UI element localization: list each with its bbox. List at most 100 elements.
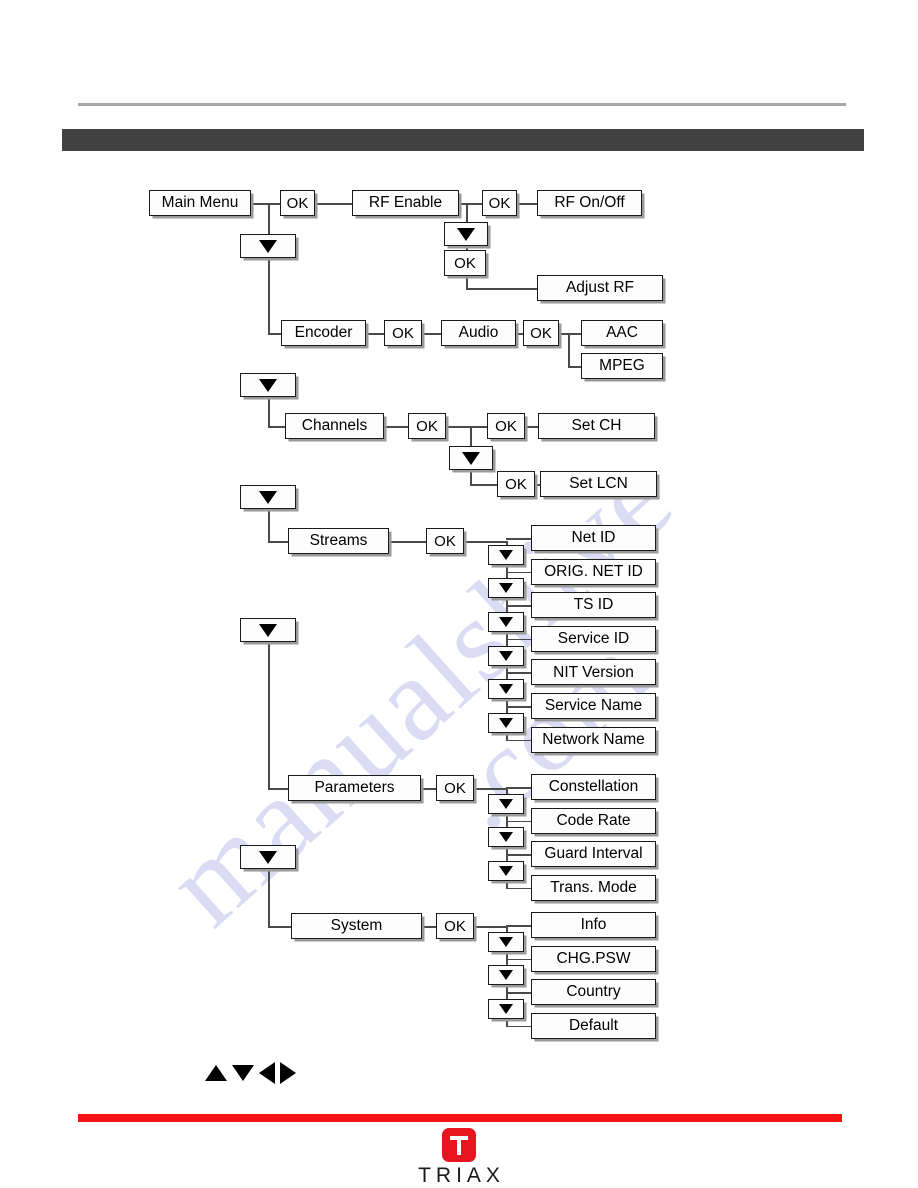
- key-legend: [205, 1062, 296, 1084]
- node-ts-id[interactable]: TS ID: [531, 592, 656, 619]
- node-arrow-streams-4[interactable]: [488, 679, 524, 700]
- up-arrow-icon: [205, 1065, 227, 1081]
- node-code-rate[interactable]: Code Rate: [531, 807, 656, 834]
- connector-ok-audio: [422, 333, 441, 335]
- node-service-name[interactable]: Service Name: [531, 693, 656, 719]
- node-chg-psw[interactable]: CHG.PSW: [531, 945, 656, 972]
- streams-ok-stub: [464, 541, 506, 543]
- connector-aac-mpeg-vertical: [568, 333, 570, 366]
- connector-ok-aac: [559, 333, 581, 335]
- parameters-stub-2: [506, 854, 531, 856]
- connector-to-mpeg: [568, 366, 581, 368]
- node-ok-setlcn[interactable]: OK: [497, 471, 535, 497]
- streams-stub-0: [506, 538, 531, 540]
- triax-mark-icon: [442, 1128, 476, 1162]
- node-arrow-rf[interactable]: [444, 222, 488, 246]
- node-arrow-parameters-0[interactable]: [488, 793, 524, 814]
- connector-to-oklcn: [470, 484, 497, 486]
- node-channels[interactable]: Channels: [285, 413, 384, 439]
- node-rf-enable[interactable]: RF Enable: [352, 190, 459, 216]
- streams-stub-2: [506, 605, 531, 607]
- streams-stub-4: [506, 672, 531, 674]
- node-parameters[interactable]: Parameters: [288, 775, 421, 801]
- node-arrow-spine-1[interactable]: [240, 234, 296, 258]
- node-orig-net-id[interactable]: ORIG. NET ID: [531, 558, 656, 585]
- right-arrow-icon: [280, 1062, 296, 1084]
- node-arrow-system-2[interactable]: [488, 999, 524, 1019]
- connector-to-adjustrf: [466, 288, 537, 290]
- node-service-id[interactable]: Service ID: [531, 625, 656, 652]
- connector-rfenable-okrf: [459, 203, 482, 205]
- node-country[interactable]: Country: [531, 979, 656, 1006]
- node-ok-audio[interactable]: OK: [523, 320, 559, 346]
- node-net-id[interactable]: Net ID: [531, 525, 656, 551]
- parameters-stub-1: [506, 820, 531, 823]
- node-arrow-spine-2[interactable]: [240, 373, 296, 397]
- connector-ok-oksetch: [446, 426, 487, 428]
- node-arrow-spine-3[interactable]: [240, 485, 296, 509]
- node-ok-channels[interactable]: OK: [408, 413, 446, 439]
- streams-stub-3: [506, 638, 531, 641]
- node-rf-on-off[interactable]: RF On/Off: [537, 190, 642, 216]
- node-system[interactable]: System: [291, 913, 422, 939]
- spine-segment-1: [268, 258, 270, 333]
- connector-mainmenu-ok: [251, 203, 280, 205]
- node-ok-parameters[interactable]: OK: [436, 775, 474, 801]
- node-set-ch[interactable]: Set CH: [538, 413, 655, 439]
- connector-channels-ok: [384, 426, 408, 428]
- system-stub-0: [506, 925, 531, 927]
- node-arrow-spine-5[interactable]: [240, 845, 296, 869]
- connector-ok-rfenable: [315, 203, 352, 205]
- menu-tree-diagram: Main Menu OK RF Enable OK RF On/Off OK Adjust …: [0, 0, 918, 1188]
- streams-stub-1: [506, 571, 531, 574]
- connector-spine-encoder: [268, 333, 281, 335]
- node-arrow-streams-0[interactable]: [488, 544, 524, 565]
- node-aac[interactable]: AAC: [581, 320, 663, 346]
- node-ok-rf[interactable]: OK: [482, 190, 517, 216]
- node-ok-adjust[interactable]: OK: [444, 250, 486, 276]
- parameters-ok-stub: [474, 788, 506, 790]
- node-main-menu[interactable]: Main Menu: [149, 190, 251, 216]
- node-network-name[interactable]: Network Name: [531, 726, 656, 753]
- node-arrow-system-1[interactable]: [488, 965, 524, 986]
- system-stub-2: [506, 992, 531, 994]
- streams-stub-5: [506, 706, 531, 708]
- node-arrow-parameters-1[interactable]: [488, 827, 524, 848]
- node-arrow-parameters-2[interactable]: [488, 861, 524, 881]
- connector-parameters-ok: [421, 788, 436, 790]
- connector-spine-streams: [268, 541, 288, 543]
- connector-okadjust-down: [466, 276, 468, 288]
- node-info[interactable]: Info: [531, 912, 656, 938]
- node-ok-main[interactable]: OK: [280, 190, 315, 216]
- node-mpeg[interactable]: MPEG: [581, 353, 663, 379]
- node-set-lcn[interactable]: Set LCN: [540, 471, 657, 497]
- node-arrow-streams-3[interactable]: [488, 645, 524, 666]
- node-arrow-streams-5[interactable]: [488, 712, 524, 733]
- node-arrow-channels[interactable]: [449, 446, 493, 470]
- node-audio[interactable]: Audio: [441, 320, 516, 346]
- node-nit-version[interactable]: NIT Version: [531, 659, 656, 686]
- node-ok-system[interactable]: OK: [436, 913, 474, 939]
- node-encoder[interactable]: Encoder: [281, 320, 366, 346]
- node-ok-streams[interactable]: OK: [426, 528, 464, 554]
- node-arrow-streams-2[interactable]: [488, 612, 524, 632]
- node-adjust-rf[interactable]: Adjust RF: [537, 275, 663, 301]
- spine-segment-2: [268, 397, 270, 426]
- node-guard-interval[interactable]: Guard Interval: [531, 841, 656, 868]
- spine-segment-4: [268, 642, 270, 788]
- brand-logo: TRIAX: [0, 1128, 918, 1188]
- node-ok-encoder[interactable]: OK: [384, 320, 422, 346]
- node-constellation[interactable]: Constellation: [531, 774, 656, 800]
- node-streams[interactable]: Streams: [288, 528, 389, 554]
- parameters-stub-0: [506, 787, 531, 789]
- node-ok-setch[interactable]: OK: [487, 413, 525, 439]
- node-default[interactable]: Default: [531, 1012, 656, 1039]
- connector-spine-parameters: [268, 788, 288, 790]
- connector-spine-system: [268, 926, 291, 928]
- spine-segment-5: [268, 869, 270, 926]
- connector-channels-down: [470, 426, 472, 446]
- node-arrow-streams-1[interactable]: [488, 578, 524, 599]
- node-arrow-spine-4[interactable]: [240, 618, 296, 642]
- node-trans-mode[interactable]: Trans. Mode: [531, 874, 656, 901]
- node-arrow-system-0[interactable]: [488, 931, 524, 952]
